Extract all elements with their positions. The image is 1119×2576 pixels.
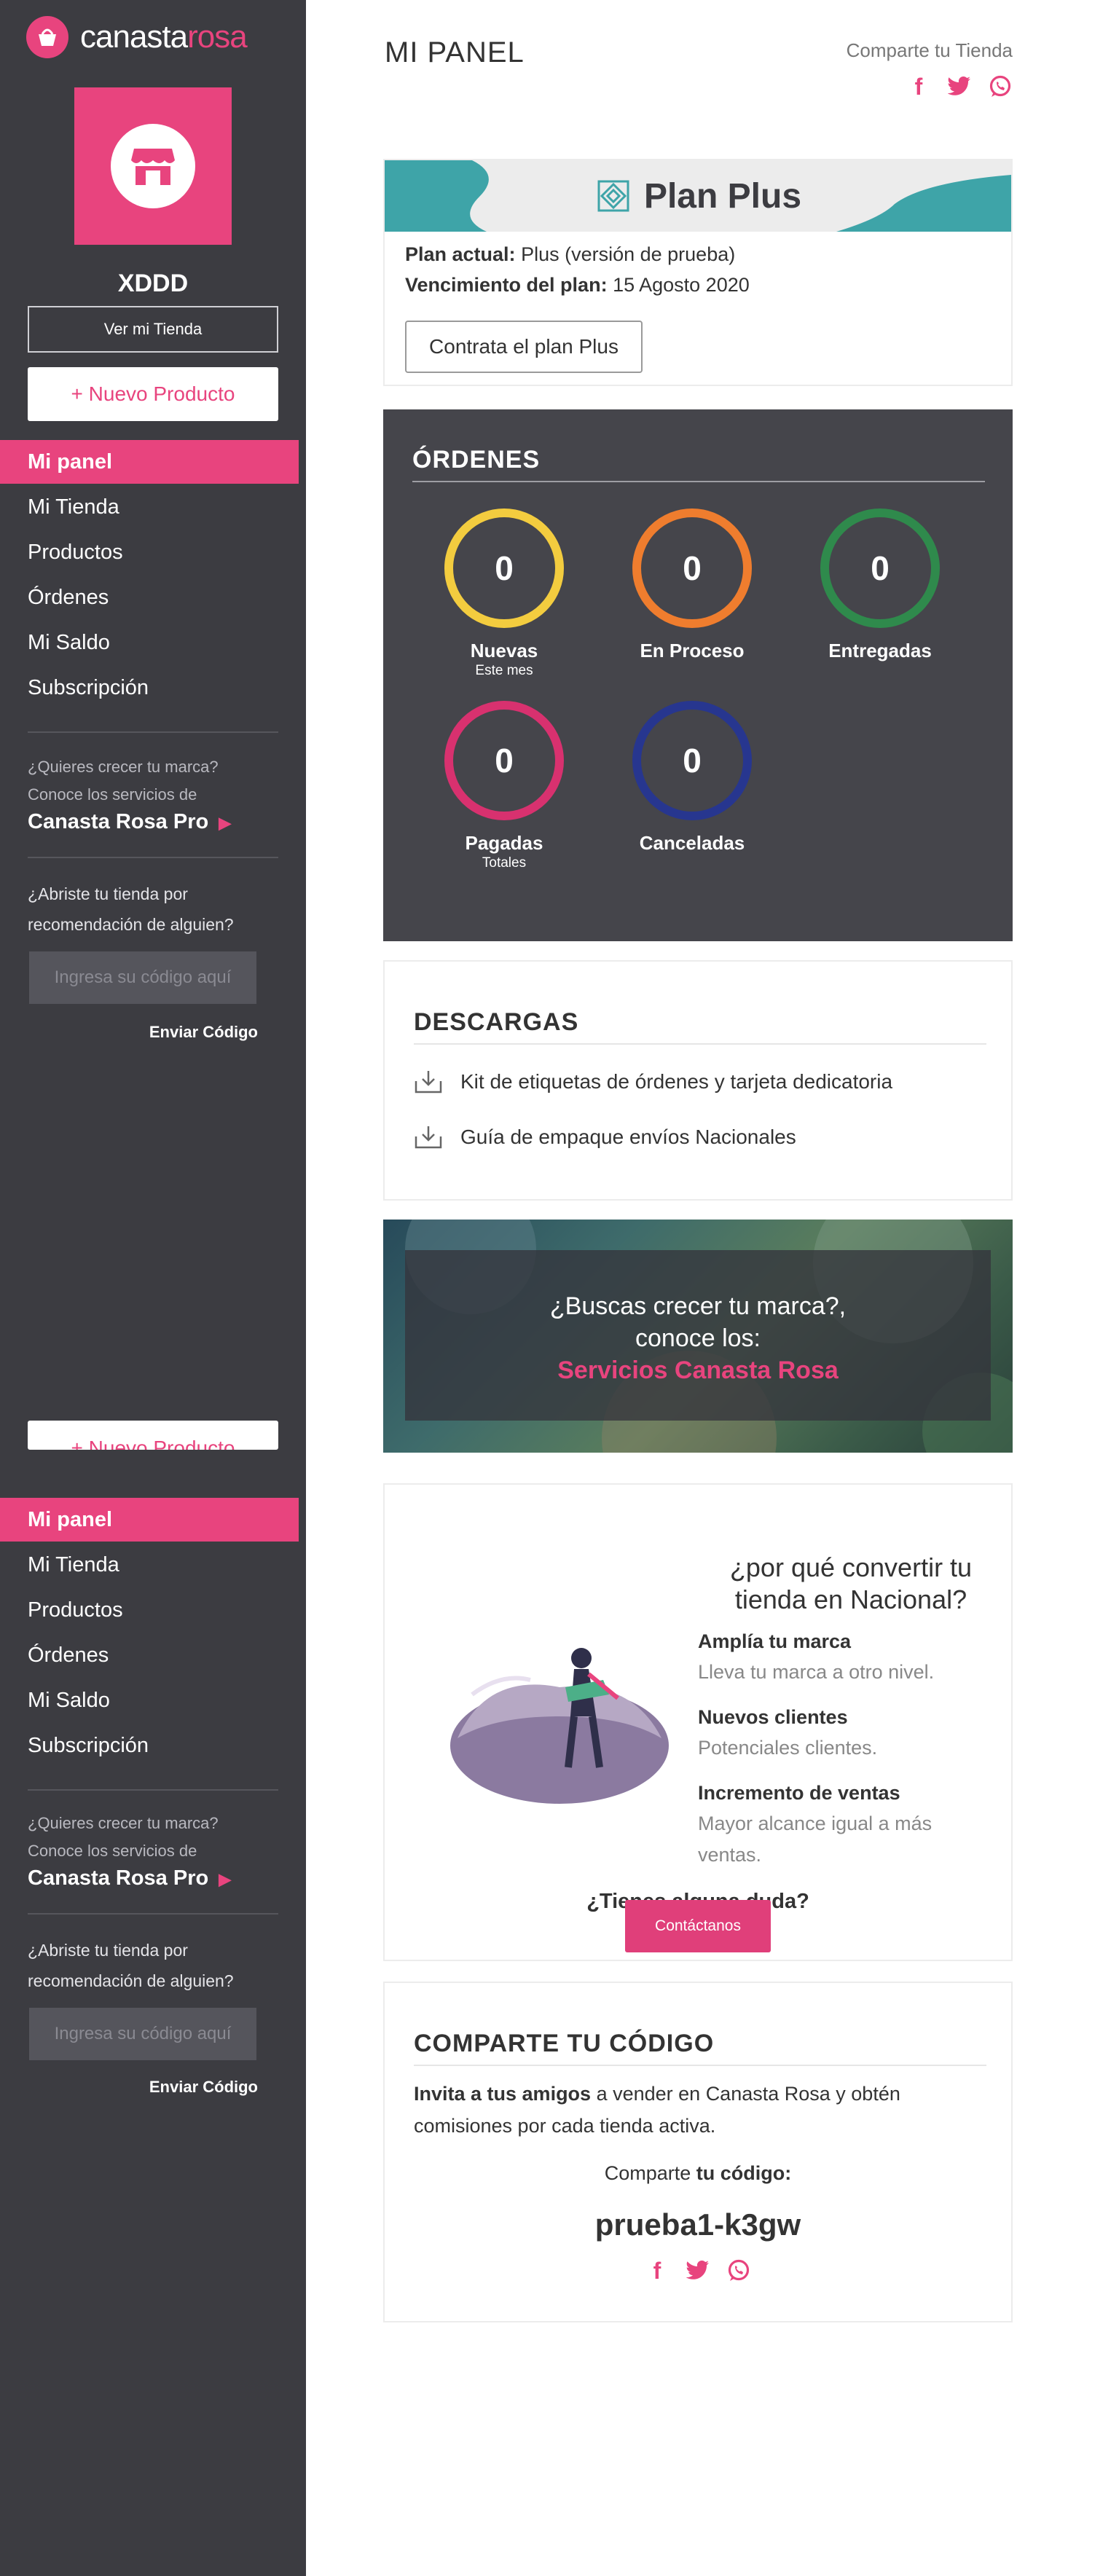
canasta-rosa-pro-link[interactable]: Canasta Rosa Pro ▶ (28, 1866, 231, 1890)
orders-paid-ring[interactable]: 0 (444, 701, 564, 820)
caret-right-icon: ▶ (219, 814, 232, 832)
nav-item-mi-saldo[interactable]: Mi Saldo (0, 1678, 306, 1722)
nav-item-ordenes[interactable]: Órdenes (0, 576, 306, 619)
send-code-button[interactable]: Enviar Código (138, 1023, 258, 1042)
share-store-icons: f (874, 74, 1013, 100)
store-icon (111, 124, 195, 208)
sidebar-divider (28, 857, 278, 858)
orders-in-process-label: En Proceso (640, 640, 745, 661)
share-code-divider (414, 2065, 986, 2066)
banner-line-1: ¿Buscas crecer tu marca?, (549, 1292, 847, 1320)
whatsapp-icon[interactable] (726, 2258, 751, 2283)
share-code-icons: f (632, 2258, 763, 2284)
new-product-button[interactable]: + Nuevo Producto (28, 1421, 278, 1450)
national-card: ¿por qué convertir tu tienda en Nacional… (383, 1483, 1013, 1961)
referral-code-input[interactable] (29, 2008, 256, 2060)
orders-title: ÓRDENES (412, 446, 541, 474)
brand-logo[interactable]: canastarosa (26, 13, 248, 61)
basket-logo-icon (26, 16, 68, 58)
downloads-divider (414, 1043, 986, 1045)
benefit-text: Lleva tu marca a otro nivel. (698, 1661, 935, 1683)
hiker-illustration (450, 1648, 669, 1804)
nav-item-mi-saldo[interactable]: Mi Saldo (0, 621, 306, 664)
downloads-card: DESCARGAS Kit de etiquetas de órdenes y … (383, 960, 1013, 1201)
orders-cancelled-ring[interactable]: 0 (632, 701, 752, 820)
orders-paid-sub: Totales (482, 855, 527, 871)
invite-text: Invita a tus amigos a vender en Canasta … (414, 2083, 900, 2137)
twitter-icon[interactable] (947, 74, 972, 99)
benefit-text: Mayor alcance igual a más ventas. (698, 1813, 932, 1866)
promo-text: ¿Quieres crecer tu marca? Conoce los ser… (28, 758, 219, 804)
referral-text: ¿Abriste tu tienda por recomendación de … (28, 1941, 234, 1990)
referral-text: ¿Abriste tu tienda por recomendación de … (28, 884, 234, 934)
orders-cancelled-label: Canceladas (639, 832, 745, 854)
referral-code-input[interactable] (29, 951, 256, 1004)
plan-title: Plan Plus (385, 160, 1011, 232)
download-icon (415, 1071, 442, 1093)
new-product-button[interactable]: + Nuevo Producto (28, 367, 278, 421)
canasta-rosa-pro-link[interactable]: Canasta Rosa Pro ▶ (28, 810, 231, 834)
benefit-heading: Incremento de ventas (698, 1782, 900, 1804)
promo-text: ¿Quieres crecer tu marca? Conoce los ser… (28, 1814, 219, 1860)
sidebar-divider (28, 1913, 278, 1915)
orders-delivered-label: Entregadas (828, 640, 932, 661)
nav-item-productos[interactable]: Productos (0, 530, 306, 574)
sidebar: canastarosa XDDD Ver mi Tienda + Nuevo P… (0, 0, 306, 2576)
download-item[interactable]: Guía de empaque envíos Nacionales (414, 1125, 796, 1150)
plan-current: Plan actual: Plus (versión de prueba) (405, 243, 736, 265)
sidebar-divider (28, 1789, 278, 1791)
orders-in-process-ring[interactable]: 0 (632, 508, 752, 628)
page-title: MI PANEL (385, 36, 525, 68)
national-title: ¿por qué convertir tu tienda en Nacional… (729, 1552, 973, 1614)
share-code-label: Comparte tu código: (604, 2162, 792, 2184)
contract-plan-button[interactable]: Contrata el plan Plus (405, 321, 643, 373)
caret-right-icon: ▶ (219, 1870, 232, 1888)
nav-item-mi-panel[interactable]: Mi panel (0, 1498, 299, 1542)
brand-wordmark: canastarosa (80, 19, 248, 55)
nav-item-subscripcion[interactable]: Subscripción (0, 666, 306, 710)
store-avatar[interactable] (74, 87, 232, 245)
plan-banner: Plan Plus (385, 160, 1011, 232)
plan-card: Plan Plus Plan actual: Plus (versión de … (383, 159, 1013, 386)
view-store-button[interactable]: Ver mi Tienda (28, 306, 278, 353)
orders-new-sub: Este mes (475, 663, 533, 678)
services-link[interactable]: Servicios Canasta Rosa (383, 1356, 1013, 1385)
benefit-heading: Amplía tu marca (698, 1630, 852, 1652)
nav-item-ordenes[interactable]: Órdenes (0, 1633, 306, 1677)
referral-code-value: prueba1-k3gw (594, 2207, 801, 2242)
twitter-icon[interactable] (686, 2258, 710, 2283)
orders-delivered-ring[interactable]: 0 (820, 508, 940, 628)
whatsapp-icon[interactable] (988, 74, 1013, 99)
orders-new-label: Nuevas (470, 640, 538, 661)
diamond-icon (597, 180, 629, 212)
orders-divider (412, 481, 985, 482)
benefit-heading: Nuevos clientes (698, 1706, 848, 1728)
facebook-icon[interactable]: f (645, 2258, 670, 2284)
download-icon (415, 1126, 442, 1149)
nav-item-mi-panel[interactable]: Mi panel (0, 440, 299, 484)
new-product-label: + Nuevo Producto (71, 1437, 235, 1450)
send-code-button[interactable]: Enviar Código (138, 2078, 258, 2097)
store-name: XDDD (117, 270, 189, 297)
sidebar-divider (28, 731, 278, 733)
banner-line-2: conoce los: (635, 1324, 761, 1352)
plan-expiry: Vencimiento del plan: 15 Agosto 2020 (405, 274, 750, 296)
download-item[interactable]: Kit de etiquetas de órdenes y tarjeta de… (414, 1069, 892, 1094)
share-code-card: COMPARTE TU CÓDIGO Invita a tus amigos a… (383, 1982, 1013, 2322)
facebook-icon[interactable]: f (906, 74, 931, 100)
share-store-label: Comparte tu Tienda (846, 39, 1013, 61)
contact-button[interactable]: Contáctanos (625, 1900, 771, 1952)
orders-paid-label: Pagadas (465, 832, 543, 854)
nav-item-mi-tienda[interactable]: Mi Tienda (0, 1543, 306, 1587)
services-banner[interactable]: ¿Buscas crecer tu marca?, conoce los: Se… (383, 1220, 1013, 1453)
benefit-text: Potenciales clientes. (698, 1737, 878, 1759)
orders-panel: ÓRDENES 0 Nuevas Este mes 0 En Proceso 0… (383, 409, 1013, 941)
downloads-title: DESCARGAS (414, 1008, 579, 1036)
nav-item-mi-tienda[interactable]: Mi Tienda (0, 485, 306, 529)
nav-item-subscripcion[interactable]: Subscripción (0, 1724, 306, 1767)
nav-item-productos[interactable]: Productos (0, 1588, 306, 1632)
share-code-title: COMPARTE TU CÓDIGO (414, 2030, 715, 2057)
orders-new-ring[interactable]: 0 (444, 508, 564, 628)
